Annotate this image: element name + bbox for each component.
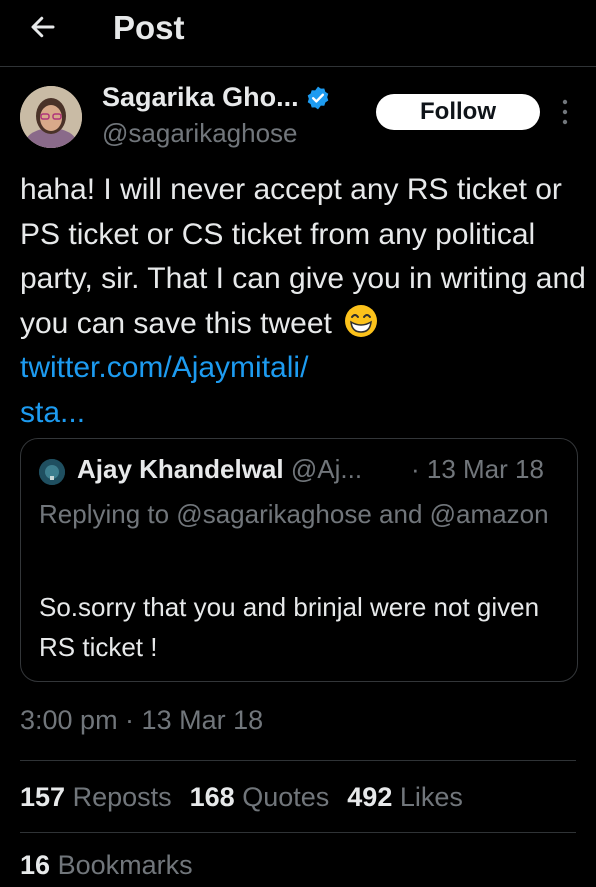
- avatar-image: [20, 86, 82, 148]
- quoted-author-handle: @Aj...: [290, 454, 363, 484]
- verified-badge-icon: [307, 86, 328, 109]
- avatar-image: [39, 459, 65, 485]
- quoted-post[interactable]: Ajay Khandelwal @Aj... · 13 Mar 18 Reply…: [20, 438, 578, 682]
- author-handle[interactable]: @sagarikaghose: [102, 118, 298, 149]
- quoted-author-name: Ajay Khandelwal: [77, 454, 284, 484]
- post-text: haha! I will never accept any RS ticket …: [20, 168, 586, 435]
- divider: [20, 832, 576, 833]
- likes-stat[interactable]: 492 Likes: [347, 782, 463, 812]
- author-name[interactable]: Sagarika Gho...: [102, 82, 299, 113]
- top-bar: Post: [0, 0, 596, 67]
- quotes-label: Quotes: [242, 782, 330, 812]
- reposts-label: Reposts: [72, 782, 172, 812]
- grinning-face-emoji: [345, 304, 378, 337]
- engagement-stats: 157 Reposts 168 Quotes 492 Likes: [20, 782, 463, 813]
- arrow-left-icon[interactable]: [28, 12, 58, 42]
- quotes-count: 168: [189, 782, 235, 812]
- quoted-post-text: So.sorry that you and brinjal were not g…: [39, 592, 540, 662]
- likes-count: 492: [347, 782, 393, 812]
- likes-label: Likes: [399, 782, 463, 812]
- more-vertical-icon[interactable]: [558, 96, 572, 128]
- divider: [20, 760, 576, 761]
- replying-to: Replying to @sagarikaghose and @amazon: [39, 499, 549, 529]
- follow-button[interactable]: Follow: [376, 94, 540, 130]
- quoted-post-date: · 13 Mar 18: [411, 454, 544, 484]
- author-avatar[interactable]: [20, 86, 82, 148]
- page-title: Post: [113, 9, 185, 46]
- quoted-author-avatar: [39, 459, 65, 485]
- post-timestamp[interactable]: 3:00 pm · 13 Mar 18: [20, 705, 263, 736]
- reposts-count: 157: [20, 782, 66, 812]
- bookmarks-label: Bookmarks: [57, 850, 193, 880]
- bookmarks-count: 16: [20, 850, 51, 880]
- post-link-continued[interactable]: sta...: [20, 396, 85, 429]
- bookmarks-stat[interactable]: 16 Bookmarks: [20, 850, 193, 881]
- reposts-stat[interactable]: 157 Reposts: [20, 782, 172, 812]
- quotes-stat[interactable]: 168 Quotes: [190, 782, 330, 812]
- post-link[interactable]: twitter.com/Ajaymitali/: [20, 351, 308, 384]
- post-body: haha! I will never accept any RS ticket …: [20, 173, 586, 340]
